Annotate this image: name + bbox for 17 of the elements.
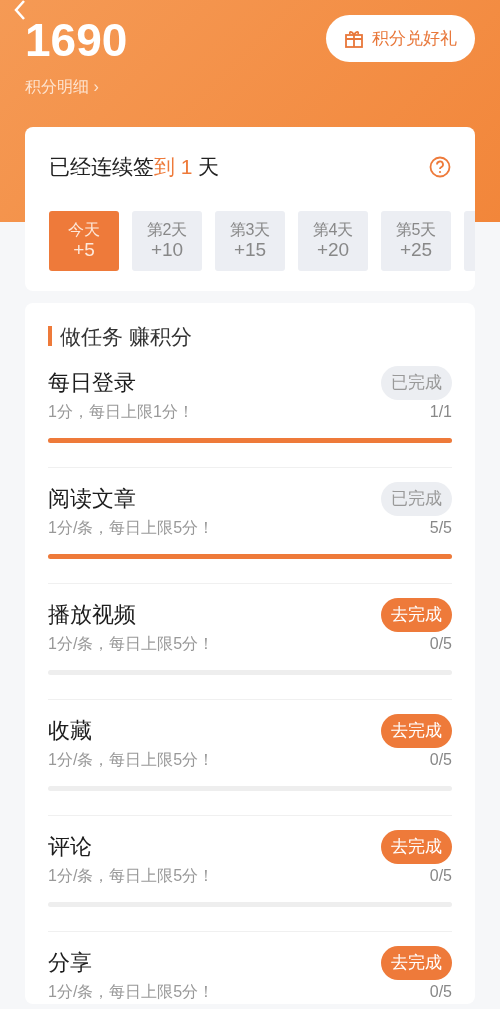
task-title: 阅读文章 xyxy=(48,485,136,514)
points-total: 1690 xyxy=(25,13,128,63)
task-title: 播放视频 xyxy=(48,601,136,630)
task-description: 1分/条，每日上限5分！ xyxy=(48,633,215,654)
completed-status: 已完成 xyxy=(381,366,452,400)
task-description: 1分/条，每日上限5分！ xyxy=(48,749,215,770)
task-title: 收藏 xyxy=(48,717,92,746)
task-description: 1分，每日上限1分！ xyxy=(48,401,194,422)
task-title: 每日登录 xyxy=(48,369,136,398)
streak-text: 已经连续签到 1 天 xyxy=(49,154,220,180)
section-title: 做任务 赚积分 xyxy=(60,323,192,350)
task-description: 1分/条，每日上限5分！ xyxy=(48,517,215,538)
task-description: 1分/条，每日上限5分！ xyxy=(48,981,215,1002)
task-title: 分享 xyxy=(48,949,92,978)
task-title: 评论 xyxy=(48,833,92,862)
task-description: 1分/条，每日上限5分！ xyxy=(48,865,215,886)
completed-status: 已完成 xyxy=(381,482,452,516)
